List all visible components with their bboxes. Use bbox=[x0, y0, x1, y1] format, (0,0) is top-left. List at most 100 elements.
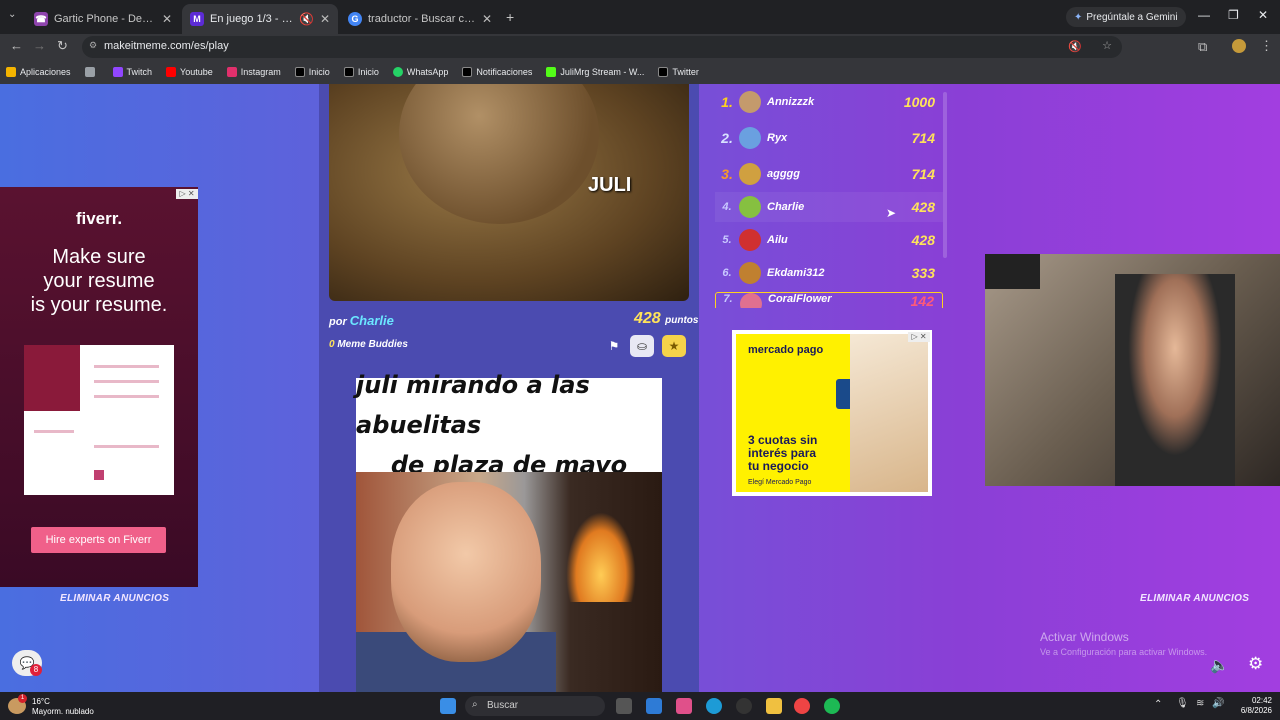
new-tab-icon[interactable]: + bbox=[506, 9, 514, 25]
chrome-icon[interactable] bbox=[794, 698, 810, 714]
streamer-image bbox=[1115, 274, 1235, 486]
player-name: Annizzzk bbox=[767, 96, 815, 108]
bookmark-label: Twitter bbox=[672, 66, 699, 77]
close-icon[interactable]: ✕ bbox=[482, 12, 492, 26]
meme-image-sisyphus: JULI bbox=[329, 84, 689, 301]
bookmark-kick[interactable]: JuliMrg Stream - W... bbox=[546, 67, 644, 78]
remove-ads-link-left[interactable]: ELIMINAR ANUNCIOS bbox=[60, 593, 169, 604]
spotify-icon[interactable] bbox=[824, 698, 840, 714]
fiverr-cta-button[interactable]: Hire experts on Fiverr bbox=[31, 527, 166, 553]
file-explorer-icon[interactable] bbox=[766, 698, 782, 714]
ad-photo bbox=[850, 334, 928, 492]
restore-icon[interactable]: ❐ bbox=[1228, 8, 1239, 22]
mercado-pago-ad[interactable]: mercado pago 3 cuotas sin interés para t… bbox=[732, 330, 932, 496]
ad-headline-line: is your resume. bbox=[30, 294, 168, 316]
bookmark-twitter[interactable]: Twitter bbox=[658, 67, 699, 78]
bookmark-label: WhatsApp bbox=[406, 66, 449, 77]
copilot-icon[interactable] bbox=[676, 698, 692, 714]
bookmark-x-inicio-1[interactable]: Inicio bbox=[294, 66, 330, 78]
leaderboard-row-self: 7. CoralFlower 142 bbox=[715, 292, 943, 308]
twitch-icon bbox=[112, 67, 123, 78]
profile-avatar[interactable] bbox=[1232, 39, 1246, 53]
tab-google-translate[interactable]: G traductor - Buscar con Google ✕ bbox=[340, 4, 500, 34]
gemini-button[interactable]: ✦ Pregúntale a Gemini bbox=[1066, 7, 1186, 27]
player-name: Ailu bbox=[767, 234, 788, 246]
game-page: ▷ ✕ fiverr. Make sure your resume is you… bbox=[0, 84, 1280, 692]
bookmark-star-icon[interactable]: ☆ bbox=[1102, 39, 1112, 52]
buddy-button[interactable]: ⛀ bbox=[630, 335, 654, 357]
forward-icon[interactable]: → bbox=[33, 38, 46, 53]
clock-date: 6/8/2026 bbox=[1240, 706, 1272, 715]
menu-icon[interactable]: ⋮ bbox=[1260, 38, 1273, 54]
site-info-icon[interactable]: ⚙ bbox=[89, 40, 97, 51]
extensions-icon[interactable]: ⧉ bbox=[1198, 39, 1207, 55]
bookmark-instagram[interactable]: Instagram bbox=[226, 67, 281, 78]
obs-icon[interactable] bbox=[736, 698, 752, 714]
weather-widget[interactable]: 16°C Mayorm. nublado bbox=[32, 697, 94, 717]
meme-text: juli mirando a las abuelitas de plaza de… bbox=[356, 371, 662, 479]
webcam-overlay bbox=[985, 254, 1280, 486]
reload-icon[interactable]: ↻ bbox=[57, 38, 68, 54]
remove-ads-link-right[interactable]: ELIMINAR ANUNCIOS bbox=[1140, 593, 1249, 604]
meme-photo bbox=[356, 472, 662, 692]
fiverr-logo: fiverr. bbox=[75, 209, 123, 228]
mail-icon[interactable] bbox=[646, 698, 662, 714]
mouse-cursor-icon: ➤ bbox=[886, 206, 897, 220]
windows-taskbar: 1 16°C Mayorm. nublado ⌕ Buscar ⌃ 🎙 ≋ 🔊 … bbox=[0, 692, 1280, 720]
close-icon[interactable]: ✕ bbox=[162, 12, 172, 26]
bookmark-notificaciones[interactable]: Notificaciones bbox=[462, 67, 532, 78]
taskbar-clock[interactable]: 02:42 6/8/2026 bbox=[1241, 696, 1272, 716]
wifi-icon[interactable]: ≋ bbox=[1196, 698, 1204, 709]
resume-line bbox=[34, 430, 74, 433]
windows-start-icon[interactable] bbox=[440, 698, 456, 714]
smiling-man-image bbox=[391, 482, 541, 662]
close-icon[interactable]: ✕ bbox=[320, 12, 330, 26]
tray-chevron-icon[interactable]: ⌃ bbox=[1154, 699, 1162, 710]
bookmark-x-inicio-2[interactable]: Inicio bbox=[343, 67, 379, 78]
resume-line bbox=[94, 395, 159, 398]
x-icon bbox=[658, 67, 669, 78]
bookmark-grid[interactable] bbox=[84, 67, 99, 78]
buddies-count: 0 bbox=[329, 339, 335, 350]
rank: 3. bbox=[721, 166, 733, 182]
chat-icon[interactable]: 💬 8 bbox=[12, 650, 42, 676]
fiverr-ad[interactable]: ▷ ✕ fiverr. Make sure your resume is you… bbox=[0, 187, 198, 587]
player-score: 714 bbox=[911, 166, 935, 182]
instagram-icon bbox=[226, 67, 237, 78]
browser-tab-bar: ⌄ ☎ Gartic Phone - Desconocido ✕ M En ju… bbox=[0, 0, 1280, 34]
bookmark-twitch[interactable]: Twitch bbox=[112, 66, 153, 78]
rank: 5. bbox=[722, 234, 732, 246]
url-input[interactable]: ⚙ makeitmeme.com/es/play 🔇 ☆ bbox=[82, 36, 1122, 58]
bookmark-label: Twitch bbox=[126, 66, 153, 77]
edge-icon[interactable] bbox=[706, 698, 722, 714]
volume-icon[interactable]: 🔊 bbox=[1212, 698, 1224, 709]
leaderboard-row: 5. Ailu 428 bbox=[715, 225, 943, 255]
bookmark-whatsapp[interactable]: WhatsApp bbox=[392, 66, 449, 78]
back-icon[interactable]: ← bbox=[10, 38, 23, 53]
report-flag-icon[interactable]: ⚑ bbox=[602, 335, 626, 357]
tab-search-icon[interactable]: ⌄ bbox=[8, 9, 16, 20]
ad-choices-icon[interactable]: ▷ ✕ bbox=[176, 189, 198, 199]
task-view-icon[interactable] bbox=[616, 698, 632, 714]
microphone-icon[interactable]: 🎙 bbox=[1176, 698, 1189, 709]
favorite-button[interactable]: ★ bbox=[662, 335, 686, 357]
make-it-meme-icon: M bbox=[190, 12, 204, 26]
tab-make-it-meme[interactable]: M En juego 1/3 - Make it Meme 🔇 ✕ bbox=[182, 4, 338, 34]
bookmark-apps[interactable]: Aplicaciones bbox=[6, 67, 71, 78]
minimize-icon[interactable]: — bbox=[1198, 8, 1210, 22]
bookmark-label: Inicio bbox=[308, 66, 330, 77]
portrait-image bbox=[24, 345, 80, 411]
resume-line bbox=[94, 445, 159, 448]
close-window-icon[interactable]: ✕ bbox=[1258, 8, 1268, 22]
ad-choices-icon[interactable]: ▷ ✕ bbox=[908, 332, 930, 342]
resume-line bbox=[94, 365, 159, 368]
gemini-icon: ✦ bbox=[1074, 11, 1083, 23]
tab-gartic-phone[interactable]: ☎ Gartic Phone - Desconocido ✕ bbox=[26, 4, 180, 34]
bookmark-youtube[interactable]: Youtube bbox=[166, 67, 213, 78]
settings-gear-icon[interactable]: ⚙ bbox=[1248, 654, 1263, 674]
sound-icon[interactable]: 🔈 bbox=[1210, 656, 1229, 674]
taskbar-search-input[interactable]: ⌕ Buscar bbox=[465, 696, 605, 716]
mute-site-icon[interactable]: 🔇 bbox=[1068, 40, 1082, 53]
mute-icon[interactable]: 🔇 bbox=[299, 12, 314, 26]
leaderboard-scrollbar[interactable] bbox=[943, 92, 947, 258]
